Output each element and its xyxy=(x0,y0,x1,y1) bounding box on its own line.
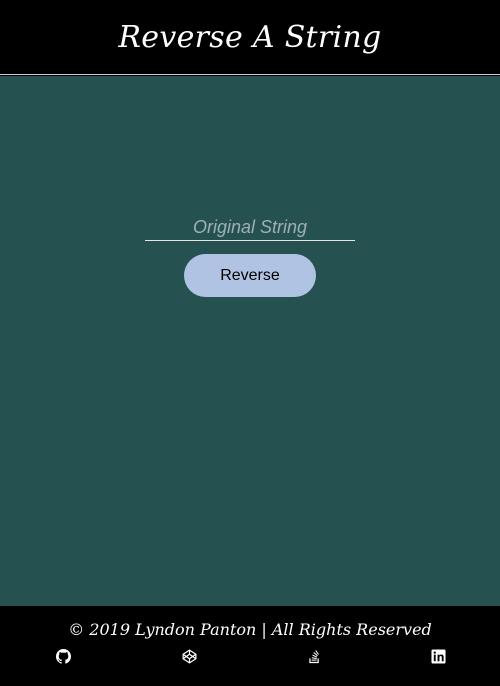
github-icon xyxy=(55,648,71,664)
reverse-button[interactable]: Reverse xyxy=(184,254,316,297)
copyright-text: © 2019 Lyndon Panton | All Rights Reserv… xyxy=(68,620,432,639)
site-header: Reverse A String xyxy=(0,0,500,75)
site-footer: © 2019 Lyndon Panton | All Rights Reserv… xyxy=(0,606,500,686)
stackoverflow-icon xyxy=(307,649,322,664)
stackoverflow-link[interactable] xyxy=(305,647,323,665)
codepen-icon xyxy=(182,649,197,664)
linkedin-icon xyxy=(430,648,446,664)
original-string-input[interactable] xyxy=(145,214,355,240)
main-content: Reverse xyxy=(0,76,500,606)
page-title: Reverse A String xyxy=(118,19,382,55)
linkedin-link[interactable] xyxy=(429,647,447,665)
github-link[interactable] xyxy=(54,647,72,665)
codepen-link[interactable] xyxy=(180,647,198,665)
original-string-field xyxy=(145,214,355,241)
